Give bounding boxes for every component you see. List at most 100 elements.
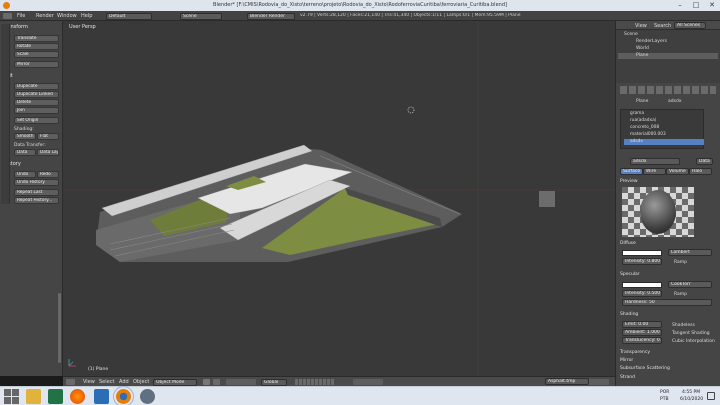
render-engine-select[interactable]: Blender Render [247, 12, 295, 20]
tray-language[interactable]: POR [660, 390, 669, 395]
tab-volume[interactable]: Volume [666, 168, 689, 175]
menu-add[interactable]: Add [119, 379, 129, 385]
tool-shelf-tabs[interactable] [1, 24, 10, 204]
mirror-button[interactable]: Mirror [14, 61, 59, 68]
cubic-interpolation-checkbox[interactable]: Cubic Interpolation [672, 339, 715, 344]
transparency-panel-header[interactable]: Transparency [620, 350, 650, 355]
redo-button[interactable]: Redo [37, 171, 59, 178]
mirror-panel-header[interactable]: Mirror [620, 358, 633, 363]
data-layout-button[interactable]: Data Lay [37, 149, 59, 156]
scene-select[interactable]: Scene [180, 12, 222, 20]
editor-type-icon[interactable] [3, 13, 12, 19]
orientation-select[interactable]: Global [261, 378, 287, 386]
hardness-slider[interactable]: Hardness: 50 [622, 299, 712, 306]
minimize-icon[interactable]: – [672, 0, 688, 11]
outliner-display-select[interactable]: All Scenes [674, 22, 706, 29]
undo-history-button[interactable]: Undo History [14, 179, 59, 186]
snap-icon[interactable] [353, 379, 383, 385]
tray-language-variant[interactable]: PTB [660, 397, 669, 402]
outliner-world[interactable]: World [636, 46, 649, 51]
firefox-icon[interactable] [70, 389, 85, 404]
preview-panel-header[interactable]: Preview [620, 179, 638, 184]
repeat-last-button[interactable]: Repeat Last [14, 189, 59, 196]
file-explorer-icon[interactable] [26, 389, 41, 404]
specular-ramp-checkbox[interactable]: Ramp [674, 292, 687, 297]
duplicate-linked-button[interactable]: Duplicate Linked [14, 91, 59, 98]
app-icon[interactable] [140, 389, 155, 404]
tab-surface[interactable]: Surface [620, 168, 643, 175]
editor-type-icon[interactable] [66, 379, 75, 385]
tab-halo[interactable]: Halo [689, 168, 712, 175]
menu-file[interactable]: File [17, 13, 25, 19]
sss-panel-header[interactable]: Subsurface Scattering [620, 366, 670, 371]
strand-panel-header[interactable]: Strand [620, 375, 635, 380]
emit-slider[interactable]: Emit: 0.00 [622, 321, 662, 328]
flat-button[interactable]: Flat [37, 133, 59, 140]
outliner-selected-row[interactable] [618, 53, 718, 59]
diffuse-panel-header[interactable]: Diffuse [620, 241, 636, 246]
maximize-icon[interactable]: □ [688, 0, 704, 11]
repeat-history-button[interactable]: Repeat History... [14, 197, 59, 204]
properties-tabs[interactable] [620, 86, 716, 94]
tray-clock[interactable]: 4:55 PM [682, 390, 700, 395]
scale-button[interactable]: Scale [14, 51, 59, 58]
material-slot-item[interactable]: concreto_008 [624, 125, 704, 131]
material-slot-item[interactable]: grama [624, 111, 704, 117]
delete-button[interactable]: Delete [14, 99, 59, 106]
smooth-button[interactable]: Smooth [14, 133, 36, 140]
specular-panel-header[interactable]: Specular [620, 272, 640, 277]
translucency-slider[interactable]: Translucency: 0.000 [622, 337, 662, 344]
shading-panel-header[interactable]: Shading [620, 312, 638, 317]
photos-icon[interactable] [94, 389, 109, 404]
close-icon[interactable]: ✕ [704, 0, 720, 11]
outliner-menu-search[interactable]: Search [654, 23, 671, 29]
menu-render[interactable]: Render [36, 13, 54, 19]
set-origin-select[interactable]: Set Origin [14, 117, 59, 124]
translate-button[interactable]: Translate [14, 35, 59, 42]
ambient-slider[interactable]: Ambient: 1.000 [622, 329, 662, 336]
diffuse-ramp-checkbox[interactable]: Ramp [674, 260, 687, 265]
material-slot-item[interactable]: material000.003 [624, 132, 704, 138]
shadeless-checkbox[interactable]: Shadeless [672, 323, 695, 328]
3d-viewport[interactable]: User Persp (1) Plane [63, 21, 615, 376]
tab-wire[interactable]: Wire [643, 168, 666, 175]
start-icon[interactable] [4, 389, 19, 404]
layers-grid[interactable] [295, 379, 335, 385]
outliner-plane[interactable]: Plane [636, 53, 648, 58]
data-button[interactable]: Data [14, 149, 36, 156]
tool-shelf-scrollbar[interactable] [58, 293, 61, 363]
menu-window[interactable]: Window [57, 13, 77, 19]
excel-icon[interactable] [48, 389, 63, 404]
outliner-menu-view[interactable]: View [635, 23, 647, 29]
material-slot-item-active[interactable]: adsdx [624, 139, 704, 145]
tray-date[interactable]: 6/10/2020 [680, 397, 703, 402]
diffuse-color-swatch[interactable] [622, 250, 662, 256]
notification-icon[interactable] [707, 392, 715, 400]
diffuse-intensity-slider[interactable]: Intensity: 0.800 [622, 258, 662, 265]
specular-intensity-slider[interactable]: Intensity: 0.500 [622, 290, 662, 297]
material-name-field[interactable]: adsdx [630, 158, 680, 165]
menu-help[interactable]: Help [81, 13, 92, 19]
screen-layout-select[interactable]: Default [106, 12, 152, 20]
menu-select[interactable]: Select [99, 379, 114, 385]
rotate-button[interactable]: Rotate [14, 43, 59, 50]
join-button[interactable]: Join [14, 107, 59, 114]
specular-color-swatch[interactable] [622, 282, 662, 288]
menu-view[interactable]: View [83, 379, 95, 385]
menu-object[interactable]: Object [133, 379, 149, 385]
material-link-select[interactable]: Data [696, 158, 713, 165]
pivot-icon[interactable] [213, 379, 220, 385]
outliner-renderlayers[interactable]: RenderLayers [636, 39, 667, 44]
blender-taskbar-icon[interactable] [113, 386, 134, 405]
outliner-scene[interactable]: Scene [624, 32, 638, 37]
duplicate-button[interactable]: Duplicate [14, 83, 59, 90]
undo-button[interactable]: Undo [14, 171, 36, 178]
tangent-shading-checkbox[interactable]: Tangent Shading [672, 331, 710, 336]
shading-mode-icon[interactable] [203, 379, 210, 385]
material-slot-item[interactable]: rua(adadxa) [624, 118, 704, 124]
specular-shader-select[interactable]: CookTorr [668, 281, 712, 288]
diffuse-shader-select[interactable]: Lambert [668, 249, 712, 256]
mode-select[interactable]: Object Mode [153, 378, 197, 386]
bottom-asset-field[interactable]: Asphalt.tmp [545, 378, 589, 385]
manipulator-icon[interactable] [226, 379, 256, 385]
